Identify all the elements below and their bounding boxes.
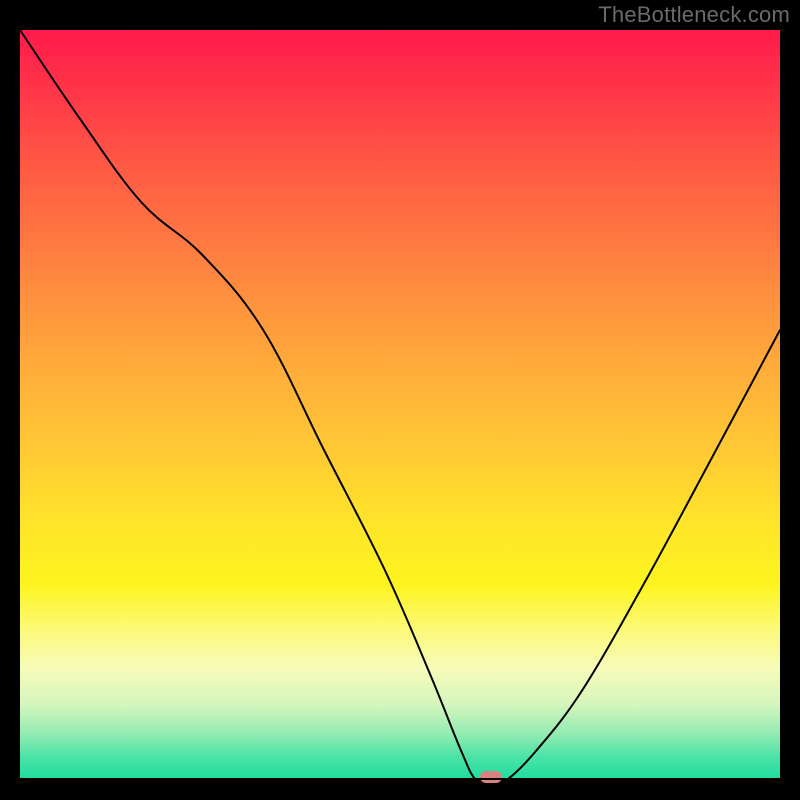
chart-frame: TheBottleneck.com <box>0 0 800 800</box>
plot-area <box>20 30 780 780</box>
bottleneck-curve <box>20 30 780 782</box>
curve-svg <box>20 30 780 780</box>
x-axis-baseline <box>20 778 780 780</box>
watermark-text: TheBottleneck.com <box>598 2 790 28</box>
optimum-marker <box>480 771 502 783</box>
